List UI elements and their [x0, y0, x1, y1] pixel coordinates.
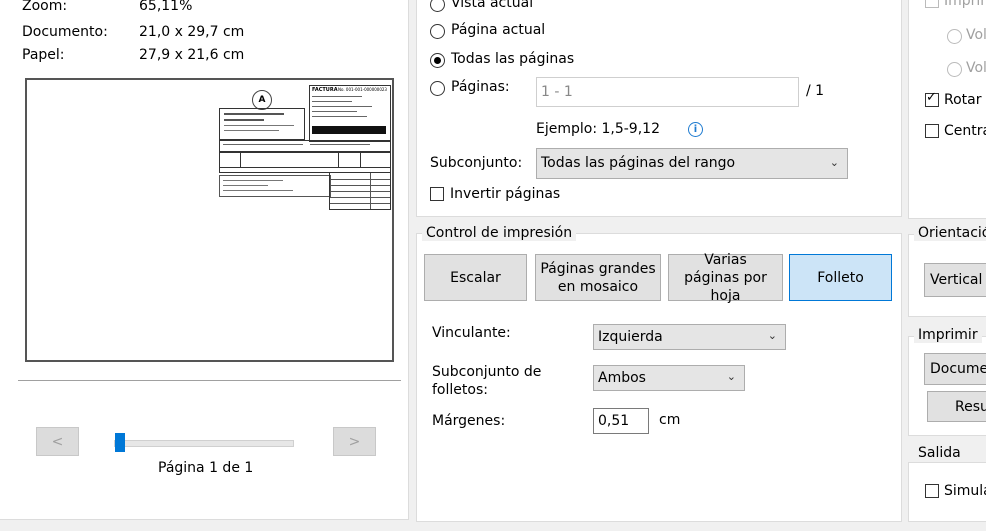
rotate-checkbox[interactable]: [925, 90, 939, 107]
zoom-label: Zoom:: [22, 0, 68, 14]
chevron-down-icon: ⌄: [726, 370, 736, 383]
zoom-value: 65,11%: [139, 0, 193, 14]
current-view-label: Vista actual: [451, 0, 534, 11]
large-pages-tile-button[interactable]: Páginas grandes en mosaico: [535, 254, 661, 301]
vol-2-label: Vol: [966, 60, 986, 76]
booklet-subset-label: Subconjunto de folletos:: [432, 364, 542, 398]
page-slider-thumb[interactable]: [115, 433, 125, 452]
booklet-button[interactable]: Folleto: [789, 254, 892, 301]
all-pages-label: Todas las páginas: [451, 51, 575, 67]
radio-vol-1[interactable]: [947, 29, 962, 44]
booklet-subset-select[interactable]: Ambos ⌄: [593, 365, 745, 391]
summary-button[interactable]: Resu: [927, 391, 986, 422]
radio-pages[interactable]: [430, 81, 445, 96]
simulate-label: Simula: [944, 483, 986, 499]
invoice-totals: [329, 172, 391, 210]
booklet-subset-select-value: Ambos: [598, 370, 646, 386]
print-option-label: Imprim: [944, 0, 986, 9]
document-button[interactable]: Documen: [924, 353, 986, 385]
simulate-checkbox[interactable]: [925, 484, 939, 498]
document-size-label: Documento:: [22, 24, 108, 40]
barcode: [312, 126, 386, 134]
chevron-down-icon: ⌄: [767, 329, 777, 342]
binding-select[interactable]: Izquierda ⌄: [593, 324, 786, 350]
page-slider-track[interactable]: [114, 440, 294, 447]
radio-current-page[interactable]: [430, 24, 445, 39]
current-page-label: Página actual: [451, 22, 546, 38]
scale-button[interactable]: Escalar: [424, 254, 527, 301]
binding-label: Vinculante:: [432, 325, 511, 341]
radio-all-pages[interactable]: [430, 53, 445, 68]
vol-1-label: Vol: [966, 27, 986, 43]
invoice-header-left: [219, 108, 305, 140]
page-indicator: Página 1 de 1: [158, 460, 254, 476]
subset-select-value: Todas las páginas del rango: [541, 155, 736, 171]
binding-select-value: Izquierda: [598, 329, 663, 345]
next-page-button[interactable]: >: [333, 427, 376, 456]
pages-example: Ejemplo: 1,5-9,12: [536, 121, 660, 137]
multiple-pages-button[interactable]: Varias páginas por hoja: [668, 252, 783, 304]
invoice-notes: [219, 175, 331, 197]
pages-total: / 1: [806, 83, 825, 99]
print-title: Imprimir: [914, 327, 982, 343]
orientation-title: Orientación: [914, 225, 986, 241]
invoice-header-right: FACTURA No. 001-001-000000023: [309, 85, 391, 142]
invert-pages-checkbox[interactable]: [430, 187, 444, 201]
output-title: Salida: [914, 445, 965, 461]
subset-select[interactable]: Todas las páginas del rango ⌄: [536, 148, 848, 179]
radio-vol-2[interactable]: [947, 62, 962, 77]
invoice-logo: A: [252, 90, 272, 110]
factura-number: No. 001-001-000000023: [338, 87, 387, 92]
print-control-title: Control de impresión: [422, 225, 577, 241]
margins-label: Márgenes:: [432, 413, 506, 429]
invert-pages-label: Invertir páginas: [450, 186, 561, 202]
document-size-value: 21,0 x 29,7 cm: [139, 24, 245, 40]
pages-label: Páginas:: [451, 79, 510, 95]
factura-title: FACTURA: [312, 87, 338, 93]
page-preview: A FACTURA No. 001-001-000000023: [25, 78, 394, 362]
margins-input[interactable]: 0,51: [593, 408, 649, 434]
subset-label: Subconjunto:: [430, 155, 523, 171]
paper-size-label: Papel:: [22, 47, 65, 63]
margins-unit: cm: [659, 412, 681, 428]
rotate-label: Rotar a: [944, 92, 986, 108]
preview-divider: [18, 380, 401, 381]
pages-range-input[interactable]: 1 - 1: [536, 77, 799, 107]
vertical-button[interactable]: Vertical: [924, 263, 986, 297]
previous-page-button[interactable]: <: [36, 427, 79, 456]
print-checkbox[interactable]: [925, 0, 939, 8]
paper-size-value: 27,9 x 21,6 cm: [139, 47, 245, 63]
center-checkbox[interactable]: [925, 124, 939, 138]
invoice-client-block: [219, 140, 391, 152]
center-label: Centra: [944, 123, 986, 139]
chevron-down-icon: ⌄: [829, 156, 839, 169]
info-icon[interactable]: i: [688, 122, 703, 137]
